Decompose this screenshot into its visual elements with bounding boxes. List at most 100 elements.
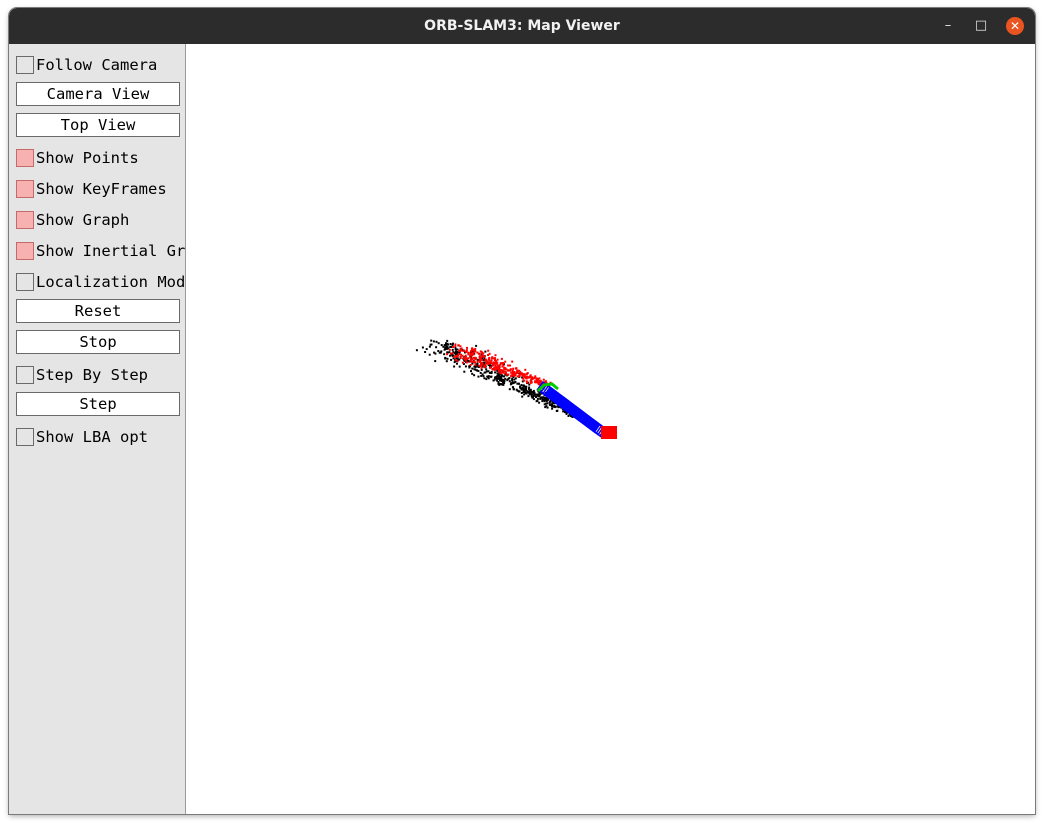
follow-camera-box[interactable] bbox=[16, 56, 34, 74]
reference-point bbox=[511, 371, 514, 374]
reference-point bbox=[499, 371, 502, 374]
map-point bbox=[531, 396, 534, 399]
reference-point bbox=[480, 351, 483, 354]
show-points-checkbox[interactable]: Show Points bbox=[16, 146, 139, 170]
follow-camera-label: Follow Camera bbox=[36, 56, 158, 74]
reference-point bbox=[465, 350, 468, 353]
step-button[interactable]: Step bbox=[16, 392, 180, 416]
reference-point bbox=[479, 364, 482, 367]
map-point bbox=[435, 340, 438, 343]
localization-mode-checkbox[interactable]: Localization Mode bbox=[16, 270, 195, 294]
map-point bbox=[551, 407, 554, 410]
map-point bbox=[473, 374, 476, 377]
step-by-step-checkbox[interactable]: Step By Step bbox=[16, 363, 148, 387]
title-bar[interactable]: ORB-SLAM3: Map Viewer – □ ✕ bbox=[9, 8, 1035, 44]
map-point bbox=[535, 396, 537, 398]
map-point bbox=[494, 371, 497, 374]
reference-point bbox=[475, 357, 477, 360]
map-point bbox=[415, 349, 418, 352]
reference-point bbox=[446, 353, 449, 356]
reference-point bbox=[504, 360, 507, 363]
map-point bbox=[544, 396, 547, 399]
reference-point bbox=[526, 372, 529, 375]
map-point bbox=[487, 375, 490, 378]
reference-point bbox=[492, 363, 495, 366]
reference-point bbox=[451, 352, 454, 355]
show-inertial-graph-box[interactable] bbox=[16, 242, 34, 260]
map-point bbox=[508, 388, 511, 391]
follow-camera-checkbox[interactable]: Follow Camera bbox=[16, 53, 157, 77]
map-point bbox=[445, 344, 447, 346]
map-point bbox=[444, 356, 447, 359]
reference-point bbox=[479, 355, 481, 358]
reference-point bbox=[529, 374, 532, 377]
reference-point bbox=[472, 348, 475, 351]
map-point bbox=[500, 380, 503, 382]
map-point bbox=[434, 360, 437, 363]
close-icon[interactable]: ✕ bbox=[1006, 17, 1024, 35]
map-point bbox=[471, 372, 474, 375]
step-by-step-box[interactable] bbox=[16, 366, 34, 384]
map-point bbox=[424, 351, 427, 353]
reference-point bbox=[523, 379, 526, 382]
reference-point bbox=[480, 361, 483, 364]
show-lba-opt-checkbox[interactable]: Show LBA opt bbox=[16, 425, 148, 449]
localization-mode-box[interactable] bbox=[16, 273, 34, 291]
map-point bbox=[475, 344, 478, 347]
show-inertial-graph-checkbox[interactable]: Show Inertial Graph bbox=[16, 239, 213, 263]
reference-point bbox=[507, 369, 510, 372]
map-point bbox=[453, 365, 456, 368]
map-point bbox=[476, 369, 479, 372]
map-point bbox=[523, 385, 526, 388]
camera-view-button[interactable]: Camera View bbox=[16, 82, 180, 106]
reference-point bbox=[483, 355, 486, 358]
map-point bbox=[503, 375, 505, 378]
reference-point bbox=[502, 369, 505, 372]
map-point bbox=[527, 388, 530, 391]
map-point bbox=[473, 368, 476, 371]
map-point bbox=[533, 394, 536, 397]
map-point bbox=[546, 402, 549, 405]
show-keyframes-label: Show KeyFrames bbox=[36, 180, 167, 198]
map-point bbox=[449, 345, 452, 348]
reference-point bbox=[526, 381, 529, 384]
show-graph-checkbox[interactable]: Show Graph bbox=[16, 208, 129, 232]
map-point bbox=[483, 377, 486, 380]
map-point bbox=[445, 360, 448, 363]
reference-point bbox=[515, 367, 518, 370]
map-point bbox=[490, 375, 493, 378]
reference-point bbox=[529, 379, 532, 382]
map-view-3d[interactable] bbox=[186, 44, 1035, 814]
map-point bbox=[421, 346, 424, 349]
reference-point bbox=[474, 363, 477, 366]
top-view-button[interactable]: Top View bbox=[16, 113, 180, 137]
reference-point bbox=[496, 358, 499, 361]
show-graph-box[interactable] bbox=[16, 211, 34, 229]
reference-point bbox=[518, 369, 521, 372]
map-point bbox=[453, 361, 456, 364]
map-point bbox=[541, 400, 544, 403]
reference-point bbox=[519, 372, 522, 374]
map-canvas[interactable] bbox=[186, 44, 1035, 814]
reference-point bbox=[529, 382, 532, 385]
reference-point bbox=[494, 357, 496, 360]
reference-point bbox=[525, 375, 528, 378]
reference-point bbox=[503, 372, 506, 375]
maximize-icon[interactable]: □ bbox=[972, 17, 990, 35]
reference-point bbox=[511, 360, 514, 363]
show-lba-opt-box[interactable] bbox=[16, 428, 34, 446]
reference-point bbox=[491, 368, 494, 370]
minimize-icon[interactable]: – bbox=[939, 17, 957, 35]
show-keyframes-checkbox[interactable]: Show KeyFrames bbox=[16, 177, 167, 201]
reference-point bbox=[505, 373, 508, 376]
window-title: ORB-SLAM3: Map Viewer bbox=[424, 18, 620, 34]
map-point bbox=[433, 351, 436, 354]
show-points-box[interactable] bbox=[16, 149, 34, 167]
reset-button[interactable]: Reset bbox=[16, 299, 180, 323]
reference-point bbox=[533, 376, 536, 379]
map-points-black bbox=[415, 339, 581, 419]
show-keyframes-box[interactable] bbox=[16, 180, 34, 198]
reference-point bbox=[509, 368, 512, 371]
stop-button[interactable]: Stop bbox=[16, 330, 180, 354]
reference-point bbox=[488, 352, 491, 355]
